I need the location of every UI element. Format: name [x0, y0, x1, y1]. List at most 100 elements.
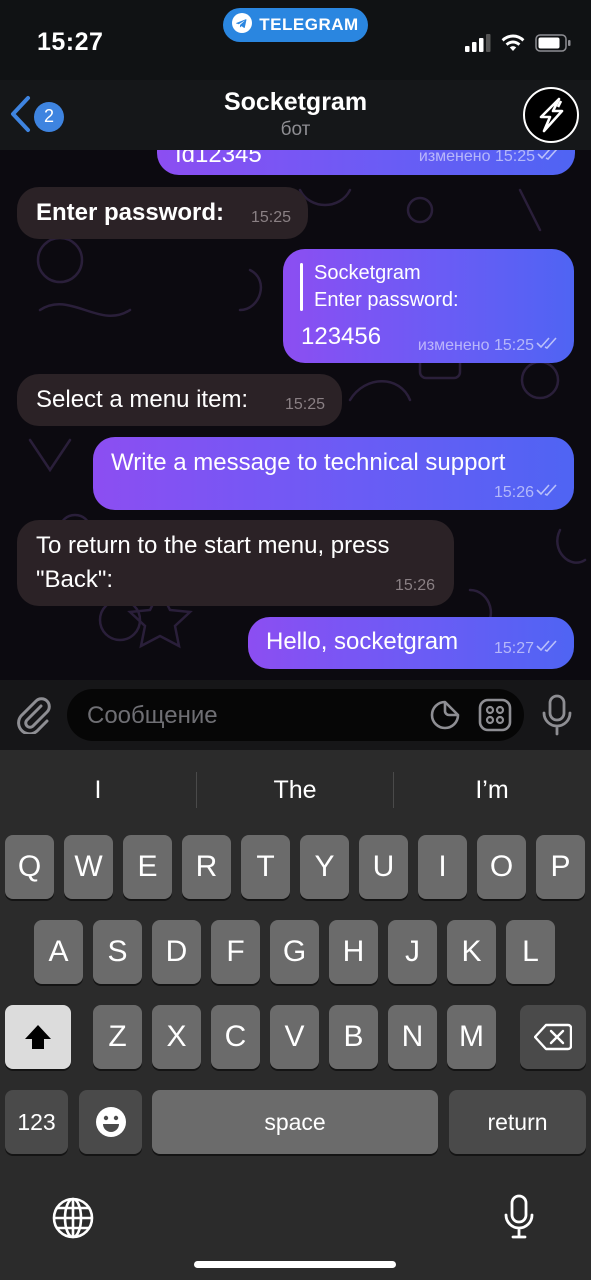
key-r[interactable]: R: [182, 835, 231, 899]
keyboard: I The I’m Q W E R T Y U I O P A S D F G …: [0, 750, 591, 1280]
message-input-placeholder: Сообщение: [87, 702, 218, 729]
emoji-face-icon: [95, 1107, 126, 1137]
message-meta: изменено 15:25: [419, 150, 561, 166]
message-text: Select a menu item:: [36, 386, 249, 413]
emoji-key[interactable]: [79, 1090, 142, 1154]
message-text: 123456: [301, 323, 382, 350]
composer-bar: Сообщение: [0, 680, 591, 750]
double-check-icon: [536, 336, 560, 355]
attach-button[interactable]: [15, 696, 51, 739]
message-text-line-1: To return to the start menu, press: [36, 532, 390, 559]
key-v[interactable]: V: [270, 1005, 319, 1069]
voice-message-button[interactable]: [541, 694, 573, 741]
key-i[interactable]: I: [418, 835, 467, 899]
message-text: Enter password:: [36, 199, 225, 226]
message-time: 15:25: [284, 396, 325, 413]
return-key[interactable]: return: [449, 1090, 586, 1154]
double-check-icon: [536, 639, 560, 658]
key-k[interactable]: K: [447, 920, 496, 984]
wifi-icon: [501, 34, 525, 57]
paperclip-icon: [17, 697, 51, 736]
reply-quote-bar: [300, 263, 303, 311]
app-pill-label: TELEGRAM: [259, 15, 359, 34]
key-y[interactable]: Y: [300, 835, 349, 899]
key-p[interactable]: P: [536, 835, 585, 899]
message-list[interactable]: Id12345 изменено 15:25 Enter password: 1…: [0, 150, 591, 680]
message-bubble-outgoing[interactable]: Id12345 изменено 15:25: [157, 150, 575, 175]
dictation-button[interactable]: [503, 1194, 535, 1245]
message-meta: 15:26: [494, 483, 560, 502]
reply-author: Socketgram: [314, 262, 421, 284]
chat-header: 2 Socketgram бот: [0, 80, 591, 150]
message-bubble-outgoing[interactable]: Hello, socketgram 15:27: [248, 617, 574, 669]
message-time: 15:26: [493, 483, 534, 501]
key-h[interactable]: H: [329, 920, 378, 984]
message-bubble-outgoing[interactable]: Write a message to technical support 15:…: [93, 437, 574, 510]
key-d[interactable]: D: [152, 920, 201, 984]
key-c[interactable]: C: [211, 1005, 260, 1069]
suggestion-2[interactable]: The: [197, 776, 393, 805]
key-f[interactable]: F: [211, 920, 260, 984]
message-time: изменено 15:25: [418, 150, 535, 165]
lightning-logo-icon: [539, 97, 564, 133]
key-g[interactable]: G: [270, 920, 319, 984]
chat-title[interactable]: Socketgram: [0, 88, 591, 117]
key-z[interactable]: Z: [93, 1005, 142, 1069]
microphone-icon: [504, 1194, 534, 1239]
message-bubble-incoming[interactable]: Enter password: 15:25: [17, 187, 308, 239]
double-check-icon: [537, 150, 561, 166]
paper-plane-icon: [232, 12, 253, 38]
numbers-key[interactable]: 123: [5, 1090, 68, 1154]
key-n[interactable]: N: [388, 1005, 437, 1069]
suggestion-3[interactable]: I’m: [394, 776, 590, 805]
key-o[interactable]: O: [477, 835, 526, 899]
key-q[interactable]: Q: [5, 835, 54, 899]
message-input[interactable]: Сообщение: [67, 689, 524, 741]
message-meta: 15:27: [494, 639, 560, 658]
key-a[interactable]: A: [34, 920, 83, 984]
message-meta: изменено 15:25: [418, 336, 560, 355]
status-icons: [465, 34, 571, 57]
message-text: Hello, socketgram: [266, 628, 459, 655]
telegram-return-pill[interactable]: TELEGRAM: [223, 8, 368, 42]
battery-icon: [535, 34, 571, 57]
shift-arrow-icon: [25, 1025, 51, 1049]
key-m[interactable]: M: [447, 1005, 496, 1069]
message-bubble-incoming[interactable]: To return to the start menu, press "Back…: [17, 520, 454, 606]
key-l[interactable]: L: [506, 920, 555, 984]
chat-subtitle: бот: [280, 119, 311, 140]
suggestion-1[interactable]: I: [0, 776, 196, 805]
message-bubble-outgoing[interactable]: Socketgram Enter password: 123456 измене…: [283, 249, 574, 363]
delete-key[interactable]: [520, 1005, 586, 1069]
shift-key[interactable]: [5, 1005, 71, 1069]
sticker-button[interactable]: [429, 699, 461, 736]
backspace-icon: [534, 1023, 572, 1051]
message-time: 15:27: [493, 639, 534, 657]
key-e[interactable]: E: [123, 835, 172, 899]
commands-grid-icon: [478, 698, 512, 732]
key-j[interactable]: J: [388, 920, 437, 984]
message-text-line-2: "Back":: [36, 566, 114, 593]
key-u[interactable]: U: [359, 835, 408, 899]
double-check-icon: [536, 483, 560, 502]
message-text: Write a message to technical support: [111, 449, 506, 476]
message-text: Id12345: [175, 150, 262, 168]
key-x[interactable]: X: [152, 1005, 201, 1069]
bot-avatar[interactable]: [523, 87, 579, 143]
reply-text: Enter password:: [314, 289, 459, 311]
message-time: 15:26: [394, 577, 435, 594]
key-w[interactable]: W: [64, 835, 113, 899]
status-time: 15:27: [37, 28, 104, 56]
message-bubble-incoming[interactable]: Select a menu item: 15:25: [17, 374, 342, 426]
key-t[interactable]: T: [241, 835, 290, 899]
globe-button[interactable]: [51, 1196, 95, 1245]
home-indicator[interactable]: [194, 1261, 396, 1268]
signal-icon: [465, 34, 491, 57]
bot-commands-button[interactable]: [478, 698, 512, 737]
space-key[interactable]: space: [152, 1090, 438, 1154]
message-time: 15:25: [250, 209, 291, 226]
sticker-icon: [430, 700, 460, 730]
key-b[interactable]: B: [329, 1005, 378, 1069]
key-s[interactable]: S: [93, 920, 142, 984]
globe-icon: [52, 1197, 94, 1239]
